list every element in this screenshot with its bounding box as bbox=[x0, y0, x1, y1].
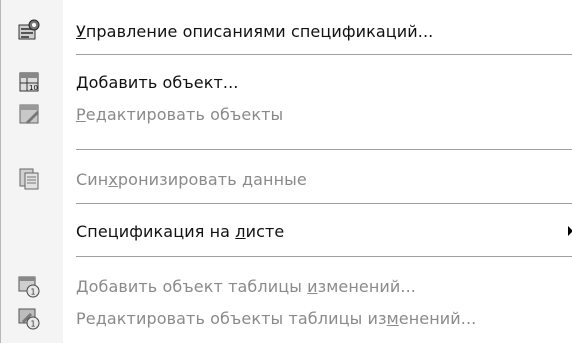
svg-text:10: 10 bbox=[29, 84, 38, 92]
svg-text:1: 1 bbox=[31, 288, 36, 297]
menu-item-label: Синхронизировать данные bbox=[76, 169, 307, 189]
context-menu: Управление описаниями спецификаций... 10… bbox=[0, 0, 572, 343]
menu-item-label: Управление описаниями спецификаций... bbox=[76, 21, 434, 41]
menu-separator bbox=[76, 149, 572, 151]
menu-item-sync-data[interactable]: Синхронизировать данные bbox=[1, 163, 572, 195]
submenu-arrow-icon bbox=[568, 226, 572, 236]
menu-item-manage-spec-descriptions[interactable]: Управление описаниями спецификаций... bbox=[1, 15, 572, 47]
svg-text:1: 1 bbox=[31, 320, 36, 329]
menu-item-edit-change-table-objects[interactable]: 1 Редактировать объекты таблицы изменени… bbox=[1, 302, 572, 334]
menu-separator bbox=[76, 256, 572, 258]
add-object-icon: 10 bbox=[19, 72, 39, 92]
menu-separator bbox=[76, 54, 572, 56]
edit-objects-icon bbox=[19, 104, 39, 124]
menu-item-label: Спецификация на листе bbox=[76, 221, 285, 241]
menu-separator bbox=[76, 203, 572, 205]
menu-item-spec-on-sheet[interactable]: Спецификация на листе bbox=[1, 215, 572, 247]
menu-item-edit-objects[interactable]: Редактировать объекты bbox=[1, 98, 572, 130]
menu-item-label: Добавить объект таблицы изменений... bbox=[76, 276, 416, 296]
menu-item-label: Редактировать объекты таблицы изменений.… bbox=[76, 308, 477, 328]
sync-data-icon bbox=[19, 168, 39, 190]
menu-item-add-object[interactable]: 10 Добавить объект... bbox=[1, 66, 572, 98]
spec-description-icon bbox=[18, 19, 40, 40]
menu-item-label: Редактировать объекты bbox=[76, 104, 284, 124]
add-change-table-object-icon: 1 bbox=[18, 276, 40, 298]
menu-item-label: Добавить объект... bbox=[76, 72, 239, 92]
edit-change-table-objects-icon: 1 bbox=[18, 308, 40, 330]
menu-item-add-change-table-object[interactable]: 1 Добавить объект таблицы изменений... bbox=[1, 270, 572, 302]
